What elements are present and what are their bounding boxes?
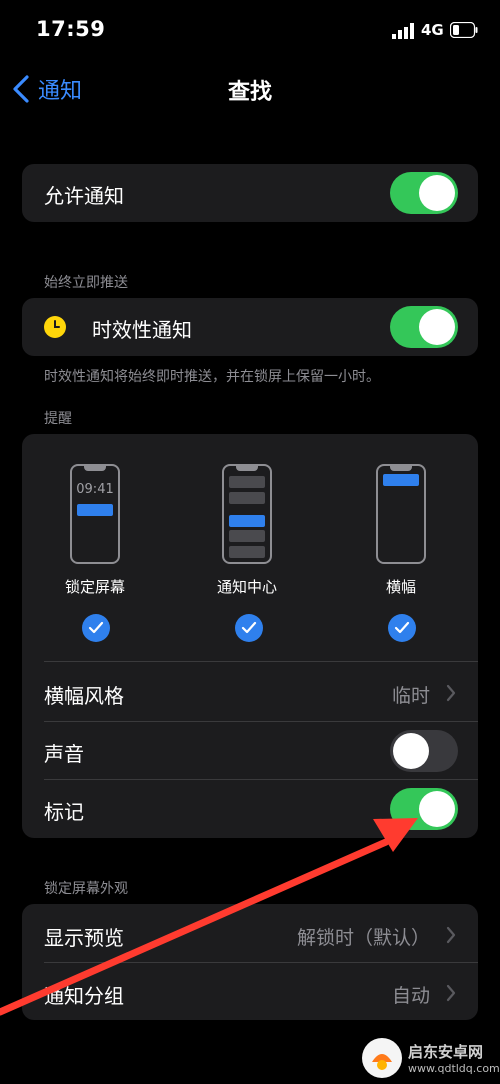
banner-check[interactable] [388, 614, 416, 642]
list-row [229, 476, 265, 488]
lock-screen-preview-time: 09:41 [76, 482, 114, 497]
watermark: 启东安卓网 www.qdtldq.com [362, 1032, 500, 1084]
checkmark-icon [241, 621, 257, 634]
network-type: 4G [421, 21, 444, 39]
time-sensitive-label: 时效性通知 [92, 318, 192, 342]
notification-center-phone-icon[interactable] [222, 464, 272, 564]
time-sensitive-footnote: 时效性通知将始终即时推送，并在锁屏上保留一小时。 [44, 369, 380, 385]
toggle-knob [419, 309, 455, 345]
notification-center-check[interactable] [235, 614, 263, 642]
show-previews-label: 显示预览 [44, 926, 124, 950]
divider [44, 661, 478, 662]
chevron-right-icon [446, 926, 456, 944]
list-row [229, 546, 265, 558]
lock-screen-check[interactable] [82, 614, 110, 642]
lock-screen-section-header: 锁定屏幕外观 [44, 881, 128, 897]
immediate-section-header: 始终立即推送 [44, 275, 128, 291]
phone-notch [84, 465, 106, 471]
divider [44, 962, 478, 963]
time-sensitive-card: 时效性通知 [22, 298, 478, 356]
list-row [229, 492, 265, 504]
sounds-label: 声音 [44, 742, 84, 766]
notification-preview [77, 504, 113, 516]
toggle-knob [419, 175, 455, 211]
lock-screen-label: 锁定屏幕 [64, 578, 125, 596]
badges-toggle[interactable] [390, 788, 458, 830]
banner-label: 横幅 [385, 578, 416, 596]
sounds-toggle[interactable] [390, 730, 458, 772]
allow-notifications-label: 允许通知 [44, 184, 124, 208]
battery-icon [450, 22, 478, 38]
toggle-knob [419, 791, 455, 827]
divider [44, 779, 478, 780]
watermark-logo-icon [362, 1038, 402, 1078]
watermark-url: www.qdtldq.com [408, 1062, 500, 1075]
lock-screen-phone-icon[interactable]: 09:41 [70, 464, 120, 564]
phone-notch [236, 465, 258, 471]
watermark-name: 启东安卓网 [408, 1043, 484, 1061]
alerts-section-header: 提醒 [44, 411, 72, 427]
grouping-value[interactable]: 自动 [392, 981, 430, 1008]
chevron-right-icon [446, 984, 456, 1002]
list-row [229, 530, 265, 542]
grouping-label: 通知分组 [44, 984, 124, 1008]
divider [44, 721, 478, 722]
status-time: 17:59 [36, 17, 106, 41]
lock-screen-card: 显示预览 解锁时（默认） 通知分组 自动 [22, 904, 478, 1020]
banner-style-value[interactable]: 临时 [392, 681, 430, 708]
cellular-signal-icon [392, 23, 414, 39]
chevron-right-icon [446, 684, 456, 702]
alerts-card: 09:41 锁定屏幕 通知中心 横幅 横幅风格 临时 声音 标记 [22, 434, 478, 838]
phone-notch [390, 465, 412, 471]
watermark-text: 启东安卓网 www.qdtldq.com [408, 1041, 500, 1075]
clock-icon [44, 316, 66, 338]
banner-preview [383, 474, 419, 486]
checkmark-icon [394, 621, 410, 634]
notification-preview [229, 515, 265, 527]
time-sensitive-toggle[interactable] [390, 306, 458, 348]
banner-phone-icon[interactable] [376, 464, 426, 564]
checkmark-icon [88, 621, 104, 634]
badges-label: 标记 [44, 800, 84, 824]
allow-notifications-card: 允许通知 [22, 164, 478, 222]
notification-center-label: 通知中心 [216, 578, 277, 596]
allow-notifications-toggle[interactable] [390, 172, 458, 214]
page-title: 查找 [227, 80, 272, 105]
banner-style-label: 横幅风格 [44, 684, 124, 708]
toggle-knob [393, 733, 429, 769]
show-previews-value[interactable]: 解锁时（默认） [297, 923, 430, 950]
